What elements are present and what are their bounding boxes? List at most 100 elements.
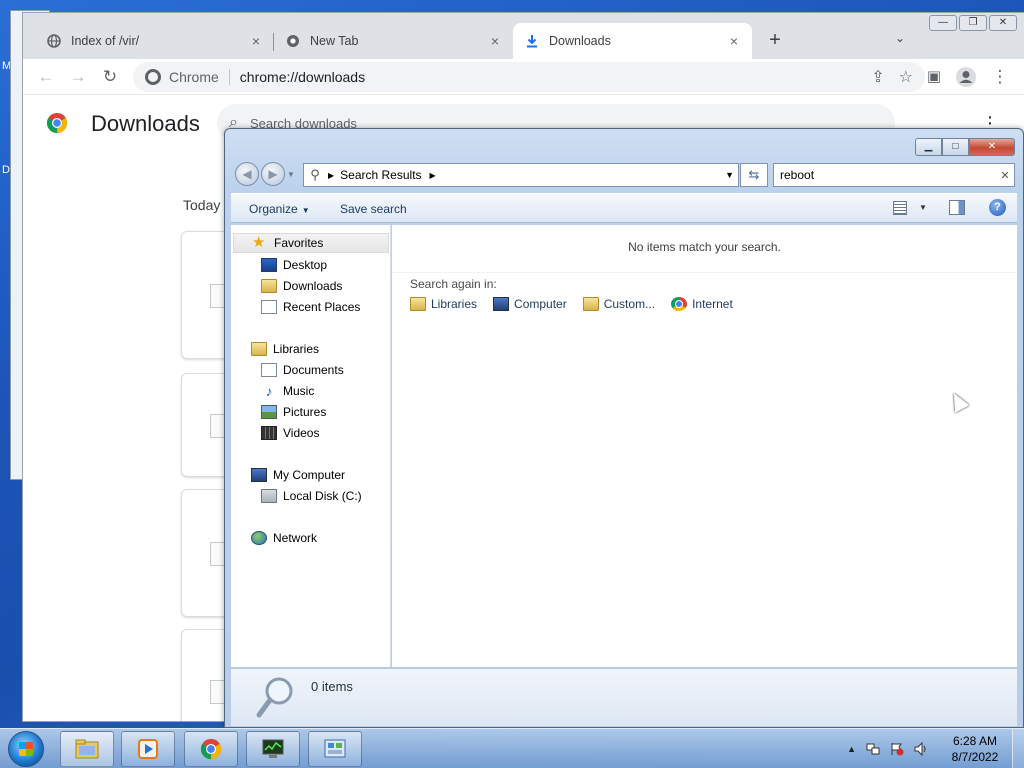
network-status-icon[interactable] <box>866 742 880 756</box>
close-tab-icon[interactable]: × <box>248 33 264 49</box>
forward-icon[interactable]: → <box>67 66 89 88</box>
monitor-icon <box>262 739 284 758</box>
action-center-flag-icon[interactable] <box>890 742 904 756</box>
control-panel-icon <box>324 739 346 758</box>
chrome-icon <box>145 69 161 85</box>
desktop-icon-label-fragment: D <box>2 164 10 176</box>
taskbar-explorer[interactable] <box>60 731 114 767</box>
search-box[interactable]: ✕ <box>773 163 1015 187</box>
address-bar[interactable]: ⚲ ▶ Search Results ▶ ▼ <box>303 163 739 187</box>
nav-videos[interactable]: Videos <box>231 423 319 443</box>
nav-downloads[interactable]: Downloads <box>231 276 342 296</box>
save-search-button[interactable]: Save search <box>340 202 407 216</box>
close-button[interactable]: ✕ <box>989 15 1017 31</box>
nav-desktop[interactable]: Desktop <box>231 255 327 275</box>
chevron-right-icon[interactable]: ▶ <box>430 171 436 180</box>
nav-label: My Computer <box>273 468 346 482</box>
tab-downloads[interactable]: Downloads × <box>513 23 752 59</box>
nav-favorites[interactable]: ★ Favorites <box>233 233 389 253</box>
page-title: Downloads <box>91 111 200 136</box>
tab-new-tab[interactable]: New Tab × <box>274 23 513 59</box>
clock-time: 6:28 AM <box>952 734 998 748</box>
restore-button[interactable]: ❐ <box>959 15 987 31</box>
organize-label: Organize <box>249 202 298 216</box>
navigation-pane: ★ Favorites Desktop Downloads Recent Pla… <box>231 225 391 667</box>
download-icon <box>527 35 537 48</box>
folder-icon <box>75 739 99 759</box>
chevron-down-icon[interactable]: ▼ <box>919 203 927 212</box>
search-input[interactable] <box>780 168 996 182</box>
back-icon[interactable]: ← <box>35 66 57 88</box>
date-section-label: Today <box>183 197 221 213</box>
bookmark-star-icon[interactable]: ☆ <box>899 67 913 87</box>
close-tab-icon[interactable]: × <box>487 33 503 49</box>
nav-local-disk[interactable]: Local Disk (C:) <box>231 486 362 506</box>
clock-date: 8/7/2022 <box>951 750 999 764</box>
nav-music[interactable]: ♪ Music <box>231 381 315 401</box>
tab-search-button[interactable]: ⌄ <box>895 31 905 45</box>
side-panel-icon[interactable]: ▣ <box>923 66 945 88</box>
chrome-logo-icon <box>47 113 67 133</box>
chevron-down-icon[interactable]: ▼ <box>725 170 734 180</box>
taskbar-media-player[interactable] <box>121 731 175 767</box>
new-tab-button[interactable]: + <box>763 29 787 52</box>
globe-icon <box>47 34 61 48</box>
nav-libraries[interactable]: Libraries <box>231 339 319 359</box>
search-in-libraries[interactable]: Libraries <box>410 297 477 311</box>
nav-label: Favorites <box>274 236 324 250</box>
nav-label: Desktop <box>283 258 328 272</box>
network-icon <box>251 531 267 545</box>
nav-documents[interactable]: Documents <box>231 360 344 380</box>
show-desktop-button[interactable] <box>1012 729 1024 768</box>
site-chip: Chrome <box>169 69 230 85</box>
profile-avatar[interactable] <box>955 66 977 88</box>
start-button[interactable] <box>8 731 44 767</box>
maximize-button[interactable]: □ <box>942 138 969 156</box>
search-magnifier-icon <box>256 677 293 718</box>
volume-icon[interactable] <box>914 742 928 756</box>
view-options-icon[interactable] <box>893 201 907 215</box>
forward-button[interactable]: ▶ <box>261 162 285 186</box>
search-in-computer[interactable]: Computer <box>493 297 567 311</box>
chrome-menu-icon[interactable]: ⋮ <box>989 66 1011 88</box>
taskbar: ▲ 6:28 AM 8/7/2022 <box>0 728 1024 768</box>
show-hidden-icons-icon[interactable]: ▲ <box>847 744 856 754</box>
url-text[interactable]: chrome://downloads <box>240 69 857 85</box>
minimize-button[interactable]: ▁ <box>915 138 942 156</box>
reload-icon[interactable]: ↻ <box>99 66 121 88</box>
clock[interactable]: 6:28 AM 8/7/2022 <box>938 733 1012 765</box>
nav-recent-places[interactable]: Recent Places <box>231 297 360 317</box>
address-bar[interactable]: Chrome chrome://downloads ⇪ ☆ <box>133 62 925 92</box>
breadcrumb[interactable]: Search Results <box>340 168 421 182</box>
clear-search-icon[interactable]: ✕ <box>996 169 1014 182</box>
chevron-right-icon[interactable]: ▶ <box>328 171 334 180</box>
tab-label: New Tab <box>310 34 359 48</box>
minimize-button[interactable]: — <box>929 15 957 31</box>
libraries-icon <box>410 297 426 311</box>
music-note-icon: ♪ <box>265 383 273 399</box>
link-label: Libraries <box>431 297 478 311</box>
results-pane: No items match your search. Search again… <box>392 225 1017 667</box>
nav-pictures[interactable]: Pictures <box>231 402 326 422</box>
organize-button[interactable]: Organize ▼ <box>249 202 310 216</box>
tab-index-of-vir[interactable]: Index of /vir/ × <box>35 23 274 59</box>
search-in-internet[interactable]: Internet <box>671 297 733 311</box>
preview-pane-icon[interactable] <box>949 200 965 215</box>
taskbar-task-manager[interactable] <box>246 731 300 767</box>
chrome-icon <box>287 35 299 47</box>
nav-my-computer[interactable]: My Computer <box>231 465 345 485</box>
recent-pages-dropdown[interactable]: ▼ <box>287 170 295 179</box>
close-tab-icon[interactable]: × <box>726 33 742 49</box>
nav-network[interactable]: Network <box>231 528 317 548</box>
desktop-icon <box>261 258 277 272</box>
taskbar-chrome[interactable] <box>184 731 238 767</box>
details-pane: 0 items <box>231 668 1017 726</box>
search-in-custom[interactable]: Custom... <box>582 297 655 311</box>
share-icon[interactable]: ⇪ <box>871 67 884 87</box>
refresh-button[interactable]: ⇆ <box>740 163 768 187</box>
close-button[interactable]: ✕ <box>969 138 1015 156</box>
nav-label: Documents <box>283 363 344 377</box>
help-icon[interactable]: ? <box>989 199 1006 216</box>
back-button[interactable]: ◀ <box>235 162 259 186</box>
taskbar-control-panel[interactable] <box>308 731 362 767</box>
